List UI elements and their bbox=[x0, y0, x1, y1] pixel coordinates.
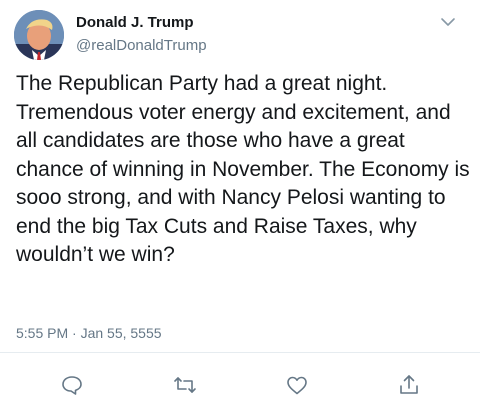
avatar[interactable] bbox=[14, 10, 64, 60]
author-name[interactable]: Donald J. Trump bbox=[76, 14, 194, 31]
author-handle[interactable]: @realDonaldTrump bbox=[76, 37, 207, 54]
share-button[interactable] bbox=[397, 373, 421, 397]
divider bbox=[0, 352, 480, 353]
tweet-card: Donald J. Trump @realDonaldTrump The Rep… bbox=[0, 0, 480, 410]
tweet-text: The Republican Party had a great night. … bbox=[16, 72, 470, 266]
heart-icon bbox=[287, 376, 307, 395]
like-button[interactable] bbox=[285, 373, 309, 397]
profile-photo-icon bbox=[14, 10, 64, 60]
retweet-button[interactable] bbox=[173, 373, 197, 397]
share-icon bbox=[400, 375, 418, 394]
tweet-timestamp[interactable]: 5:55 PM · Jan 55, 5555 bbox=[16, 325, 162, 341]
speech-bubble-icon bbox=[62, 376, 82, 395]
chevron-down-icon[interactable] bbox=[438, 12, 458, 32]
reply-button[interactable] bbox=[60, 373, 84, 397]
retweet-icon bbox=[174, 377, 196, 393]
